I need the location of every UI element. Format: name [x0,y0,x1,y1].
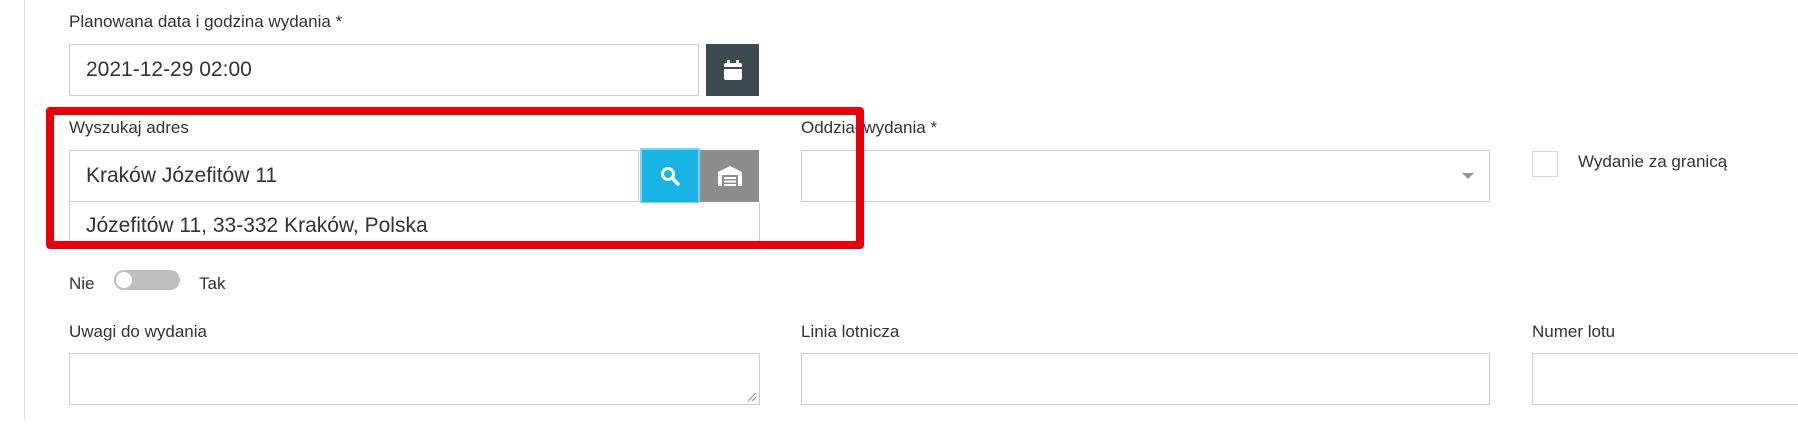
toggle-off-label: Nie [69,274,95,293]
abroad-checkbox-label: Wydanie za granicą [1578,152,1728,171]
abroad-checkbox[interactable] [1532,151,1558,177]
toggle-knob [116,272,132,288]
remarks-textarea[interactable] [69,353,760,405]
flight-number-input[interactable] [1532,353,1798,405]
remarks-field-label: Uwagi do wydania [69,322,207,341]
nie-tak-toggle[interactable] [114,270,180,290]
date-field-label: Planowana data i godzina wydania * [69,12,343,31]
airline-input[interactable] [801,353,1490,405]
branch-select[interactable] [801,150,1490,202]
calendar-icon [723,60,742,80]
chevron-down-icon [1462,173,1474,179]
toggle-on-label: Tak [199,274,226,293]
left-divider [24,0,25,420]
resize-handle-icon[interactable] [746,391,756,401]
highlight-frame [46,107,864,249]
calendar-button[interactable] [706,44,759,96]
flight-field-label: Numer lotu [1532,322,1616,341]
date-field-value: 2021-12-29 02:00 [86,58,252,81]
airline-field-label: Linia lotnicza [801,322,900,341]
